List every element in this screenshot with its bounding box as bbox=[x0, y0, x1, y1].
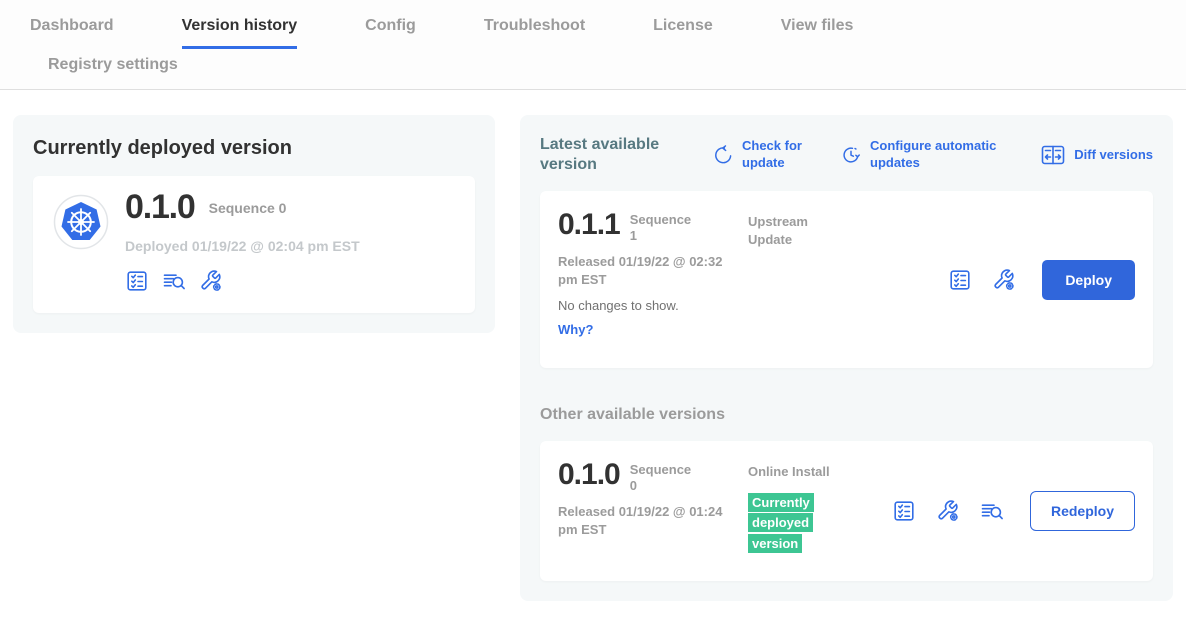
tab-dashboard[interactable]: Dashboard bbox=[30, 17, 114, 49]
tab-registry-settings[interactable]: Registry settings bbox=[48, 56, 1186, 74]
tab-version-history[interactable]: Version history bbox=[182, 17, 298, 49]
diff-versions-link[interactable]: Diff versions bbox=[1040, 143, 1153, 167]
preflight-checks-icon[interactable] bbox=[892, 499, 916, 523]
check-for-update-link[interactable]: Check for update bbox=[712, 138, 814, 172]
latest-version-row: 0.1.1 Sequence 1 Released 01/19/22 @ 02:… bbox=[540, 191, 1153, 368]
deploy-logs-icon[interactable] bbox=[162, 269, 186, 293]
latest-available-card: Latest available version Check for updat… bbox=[520, 115, 1173, 601]
version-source-label: Online Install bbox=[748, 464, 830, 479]
edit-config-icon[interactable] bbox=[936, 499, 960, 523]
version-history-page: Currently deployed version bbox=[0, 90, 1186, 626]
version-action-icons bbox=[892, 499, 1004, 523]
currently-deployed-badge: Currently deployed version bbox=[748, 493, 828, 555]
edit-config-icon[interactable] bbox=[199, 269, 223, 293]
version-action-icons bbox=[125, 269, 360, 293]
version-source-column: Online Install Currently deployed versio… bbox=[748, 459, 852, 555]
tab-troubleshoot[interactable]: Troubleshoot bbox=[484, 17, 585, 49]
sequence-label: Sequence 0 bbox=[630, 459, 696, 493]
currently-deployed-title: Currently deployed version bbox=[33, 137, 475, 160]
deployed-timestamp: Deployed 01/19/22 @ 02:04 pm EST bbox=[125, 238, 360, 254]
version-row: 0.1.0 Sequence 0 bbox=[125, 190, 360, 226]
no-changes-text: No changes to show. bbox=[558, 298, 748, 313]
other-version-info: 0.1.0 Sequence 0 Released 01/19/22 @ 01:… bbox=[558, 459, 748, 538]
preflight-checks-icon[interactable] bbox=[948, 268, 972, 292]
kubernetes-logo bbox=[53, 194, 109, 255]
sequence-label: Sequence 0 bbox=[209, 190, 287, 216]
configure-automatic-updates-link[interactable]: Configure automatic updates bbox=[840, 138, 1010, 172]
edit-config-icon[interactable] bbox=[992, 268, 1016, 292]
version-action-icons bbox=[948, 268, 1016, 292]
sequence-label: Sequence 1 bbox=[630, 209, 696, 243]
redeploy-button[interactable]: Redeploy bbox=[1030, 491, 1135, 531]
tab-config[interactable]: Config bbox=[365, 17, 416, 49]
released-timestamp: Released 01/19/22 @ 01:24 pm EST bbox=[558, 503, 730, 538]
version-number: 0.1.0 bbox=[558, 459, 620, 491]
latest-version-info: 0.1.1 Sequence 1 Released 01/19/22 @ 02:… bbox=[558, 209, 748, 337]
nav-row-secondary: Registry settings bbox=[30, 49, 1186, 89]
version-source-label: Upstream Update bbox=[748, 209, 852, 248]
version-number: 0.1.1 bbox=[558, 209, 620, 241]
nav-row-primary: Dashboard Version history Config Trouble… bbox=[30, 0, 1186, 49]
check-for-update-label: Check for update bbox=[742, 138, 814, 172]
tab-view-files[interactable]: View files bbox=[781, 17, 854, 49]
preflight-checks-icon[interactable] bbox=[125, 269, 149, 293]
deployed-version-info: 0.1.0 Sequence 0 Deployed 01/19/22 @ 02:… bbox=[125, 190, 360, 293]
latest-available-title: Latest available version bbox=[540, 135, 686, 175]
released-timestamp: Released 01/19/22 @ 02:32 pm EST bbox=[558, 253, 730, 288]
why-link[interactable]: Why? bbox=[558, 322, 748, 337]
deploy-button[interactable]: Deploy bbox=[1042, 260, 1135, 300]
configure-automatic-updates-label: Configure automatic updates bbox=[870, 138, 1010, 172]
currently-deployed-badge-text: Currently deployed version bbox=[748, 493, 814, 554]
tab-license[interactable]: License bbox=[653, 17, 713, 49]
version-number: 0.1.0 bbox=[125, 190, 195, 226]
check-for-update-icon bbox=[712, 144, 734, 166]
deployed-version-box: 0.1.0 Sequence 0 Deployed 01/19/22 @ 02:… bbox=[33, 176, 475, 313]
deploy-logs-icon[interactable] bbox=[980, 499, 1004, 523]
diff-versions-label: Diff versions bbox=[1074, 147, 1153, 164]
latest-available-header: Latest available version Check for updat… bbox=[540, 135, 1153, 175]
other-version-row: 0.1.0 Sequence 0 Released 01/19/22 @ 01:… bbox=[540, 441, 1153, 581]
currently-deployed-card: Currently deployed version bbox=[13, 115, 495, 333]
diff-versions-icon bbox=[1040, 143, 1066, 167]
top-nav: Dashboard Version history Config Trouble… bbox=[0, 0, 1186, 90]
other-available-versions-title: Other available versions bbox=[540, 406, 1153, 424]
configure-updates-icon bbox=[840, 144, 862, 166]
